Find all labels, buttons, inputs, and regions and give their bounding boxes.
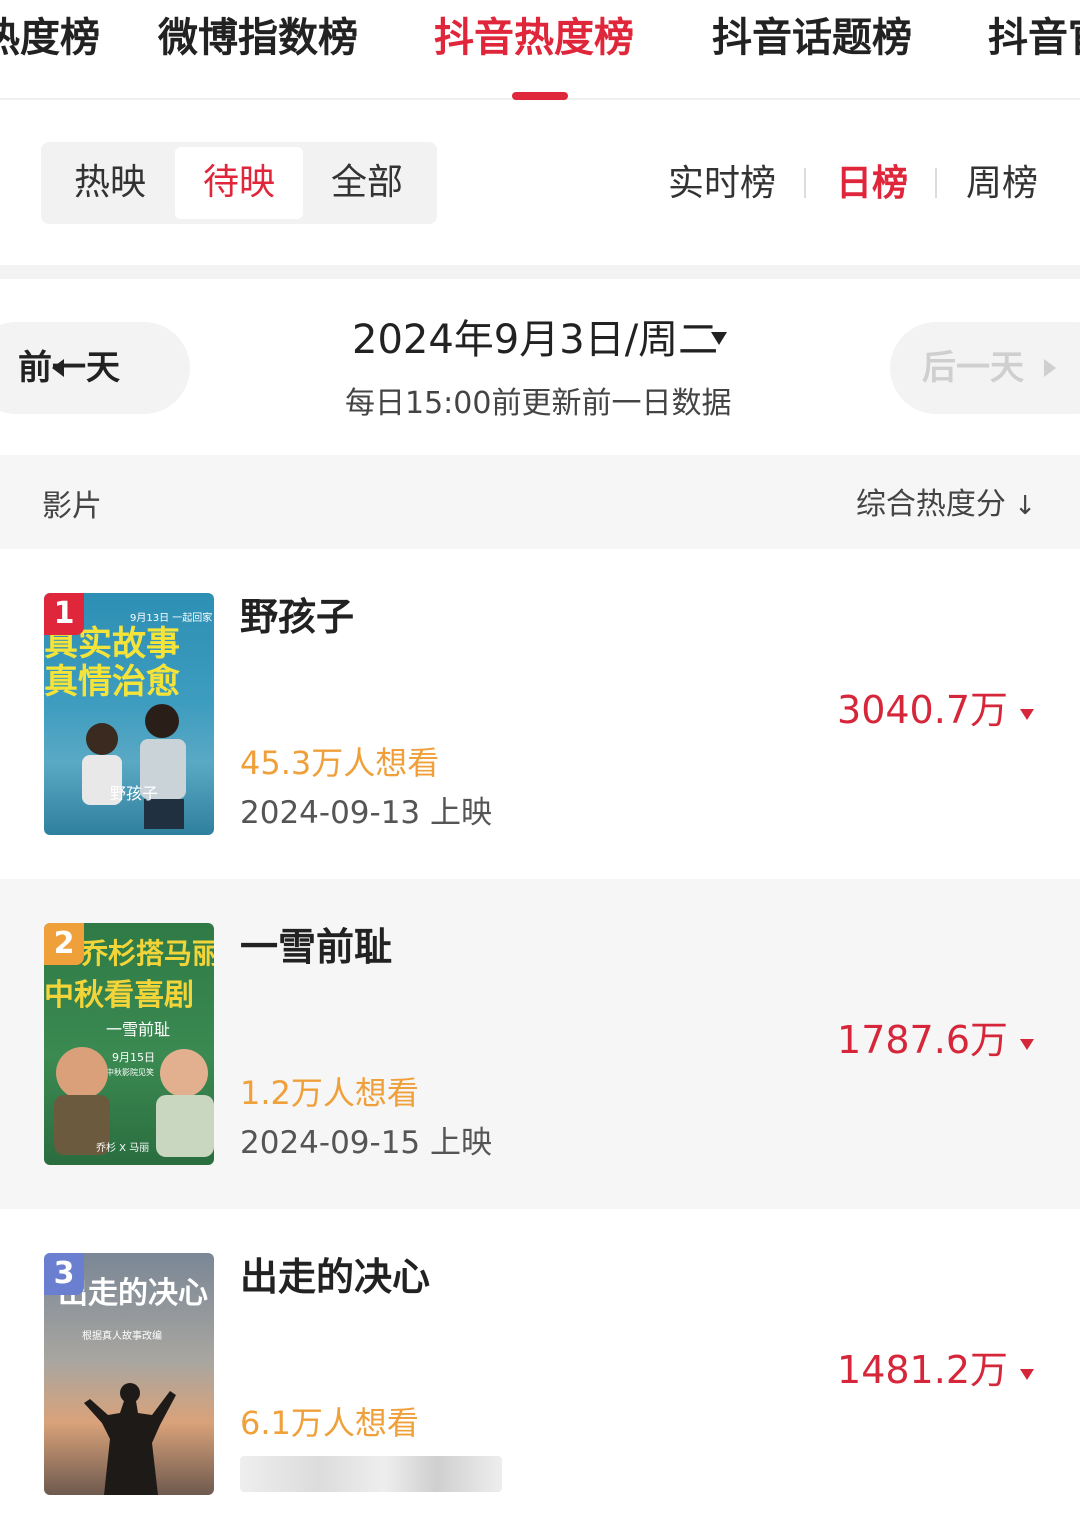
sort-desc-icon: ↓ — [1005, 491, 1036, 521]
movie-title[interactable]: 野孩子 — [240, 591, 354, 643]
poster-text: 9月13日 一起回家 — [130, 611, 212, 624]
column-movie: 影片 — [42, 489, 102, 524]
tab-douyin-topic[interactable]: 抖音话题榜 — [712, 12, 912, 64]
range-divider — [804, 168, 806, 198]
poster-text: 中秋影院见笑 — [106, 1067, 154, 1077]
active-tab-indicator — [512, 92, 568, 100]
poster-text: 9月15日 — [112, 1051, 155, 1064]
want-count: 1.2万人想看 — [240, 1074, 419, 1112]
caret-left-icon — [52, 359, 64, 377]
caret-down-icon[interactable] — [711, 332, 727, 345]
filter-upcoming[interactable]: 待映 — [175, 147, 303, 219]
poster-text: 乔杉 X 马丽 — [96, 1141, 149, 1154]
want-count: 6.1万人想看 — [240, 1404, 419, 1442]
table-header: 影片 综合热度分 ↓ — [0, 455, 1080, 549]
movie-title[interactable]: 出走的决心 — [240, 1251, 430, 1303]
movie-poster: 9月13日 一起回家 真实故事 真情治愈 野孩子 1 — [44, 593, 214, 835]
heat-score: 1481.2万 — [837, 1348, 1008, 1392]
column-score[interactable]: 综合热度分 ↓ — [856, 479, 1036, 523]
heat-score: 3040.7万 — [837, 688, 1008, 732]
list-item[interactable]: 出走的决心 根据真人故事改编 3 出走的决心 1481.2万 6.1万人想看 — [0, 1209, 1080, 1524]
trend-down-icon — [1020, 1039, 1034, 1050]
rank-badge: 2 — [44, 923, 84, 965]
tab-weibo-index[interactable]: 微博指数榜 — [158, 12, 358, 64]
release-date: 2024-09-13 上映 — [240, 795, 493, 831]
tab-heat[interactable]: 热度榜 — [0, 12, 100, 64]
current-date[interactable]: 2024年9月3日/周二 — [352, 312, 718, 368]
poster-text: 根据真人故事改编 — [82, 1329, 162, 1342]
trend-down-icon — [1020, 709, 1034, 720]
range-weekly[interactable]: 周榜 — [966, 158, 1038, 210]
tab-douyin-heat[interactable]: 抖音热度榜 — [434, 12, 634, 64]
filter-now-showing[interactable]: 热映 — [46, 147, 174, 219]
rank-badge: 1 — [44, 593, 84, 635]
poster-text: 野孩子 — [110, 784, 158, 803]
poster-text: 真情治愈 — [44, 662, 180, 702]
list-item[interactable]: 乔杉搭马丽 中秋看喜剧 一雪前耻 9月15日 中秋影院见笑 乔杉 X 马丽 2 … — [0, 879, 1080, 1209]
range-divider — [935, 168, 937, 198]
rank-badge: 3 — [44, 1253, 84, 1295]
want-count: 45.3万人想看 — [240, 744, 440, 782]
poster-text: 中秋看喜剧 — [44, 978, 194, 1013]
next-day-label: 后一天 — [922, 348, 1024, 388]
heat-score: 1787.6万 — [837, 1018, 1008, 1062]
movie-poster: 乔杉搭马丽 中秋看喜剧 一雪前耻 9月15日 中秋影院见笑 乔杉 X 马丽 2 — [44, 923, 214, 1165]
list-item[interactable]: 9月13日 一起回家 真实故事 真情治愈 野孩子 1 野孩子 3040.7万 4… — [0, 549, 1080, 879]
top-tab-bar: 热度榜 微博指数榜 抖音热度榜 抖音话题榜 抖音官 — [0, 0, 1080, 100]
poster-text: 一雪前耻 — [106, 1020, 170, 1039]
section-divider — [0, 265, 1080, 279]
update-note: 每日15:00前更新前一日数据 — [345, 386, 732, 421]
release-filter: 热映 待映 全部 — [41, 142, 437, 224]
tab-douyin-official[interactable]: 抖音官 — [988, 12, 1080, 64]
release-date: 2024-09-15 上映 — [240, 1125, 493, 1161]
prev-day-button[interactable]: 前一天 — [0, 322, 190, 414]
trend-down-icon — [1020, 1369, 1034, 1380]
column-score-label: 综合热度分 — [855, 487, 1006, 522]
range-realtime[interactable]: 实时榜 — [668, 158, 776, 210]
filter-all[interactable]: 全部 — [303, 147, 431, 219]
movie-title[interactable]: 一雪前耻 — [240, 921, 392, 973]
range-daily[interactable]: 日榜 — [836, 158, 908, 210]
poster-text: 乔杉搭马丽 — [79, 937, 214, 970]
page: 热度榜 微博指数榜 抖音热度榜 抖音话题榜 抖音官 热映 待映 全部 实时榜 日… — [0, 0, 1080, 1524]
movie-poster: 出走的决心 根据真人故事改编 3 — [44, 1253, 214, 1495]
redacted-release-date — [240, 1456, 502, 1492]
prev-day-label: 前一天 — [18, 348, 120, 388]
caret-right-icon — [1044, 359, 1056, 377]
